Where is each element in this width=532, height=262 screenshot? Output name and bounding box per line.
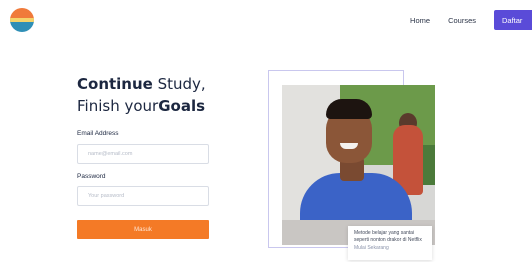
top-nav: Home Courses Daftar	[410, 10, 532, 30]
title-rest-2: Finish your	[77, 97, 159, 115]
login-button[interactable]: Masuk	[77, 220, 209, 239]
caption-line-2: seperti nonton drakor di Netflix	[354, 237, 422, 243]
nav-home-link[interactable]: Home	[410, 16, 430, 25]
title-rest-1: Study,	[152, 75, 206, 93]
title-bold-1: Continue	[77, 75, 153, 93]
email-label: Email Address	[77, 130, 119, 137]
email-field[interactable]: name@email.com	[77, 144, 209, 164]
page-title: Continue Study, Finish yourGoals	[77, 73, 206, 117]
caption-link[interactable]: Mulai Sekarang	[354, 245, 426, 252]
testimonial-card: Metode belajar yang santai seperti nonto…	[348, 226, 432, 260]
title-line-1: Continue Study,	[77, 73, 206, 95]
logo-band	[10, 18, 34, 22]
register-button[interactable]: Daftar	[494, 10, 532, 30]
title-line-2: Finish yourGoals	[77, 95, 206, 117]
password-field[interactable]: Your password	[77, 186, 209, 206]
brand-logo[interactable]	[10, 8, 34, 32]
caption-line-1: Metode belajar yang santai	[354, 230, 415, 236]
password-label: Password	[77, 173, 106, 180]
title-bold-2: Goals	[158, 97, 206, 115]
nav-courses-link[interactable]: Courses	[448, 16, 476, 25]
student-photo	[282, 85, 435, 245]
